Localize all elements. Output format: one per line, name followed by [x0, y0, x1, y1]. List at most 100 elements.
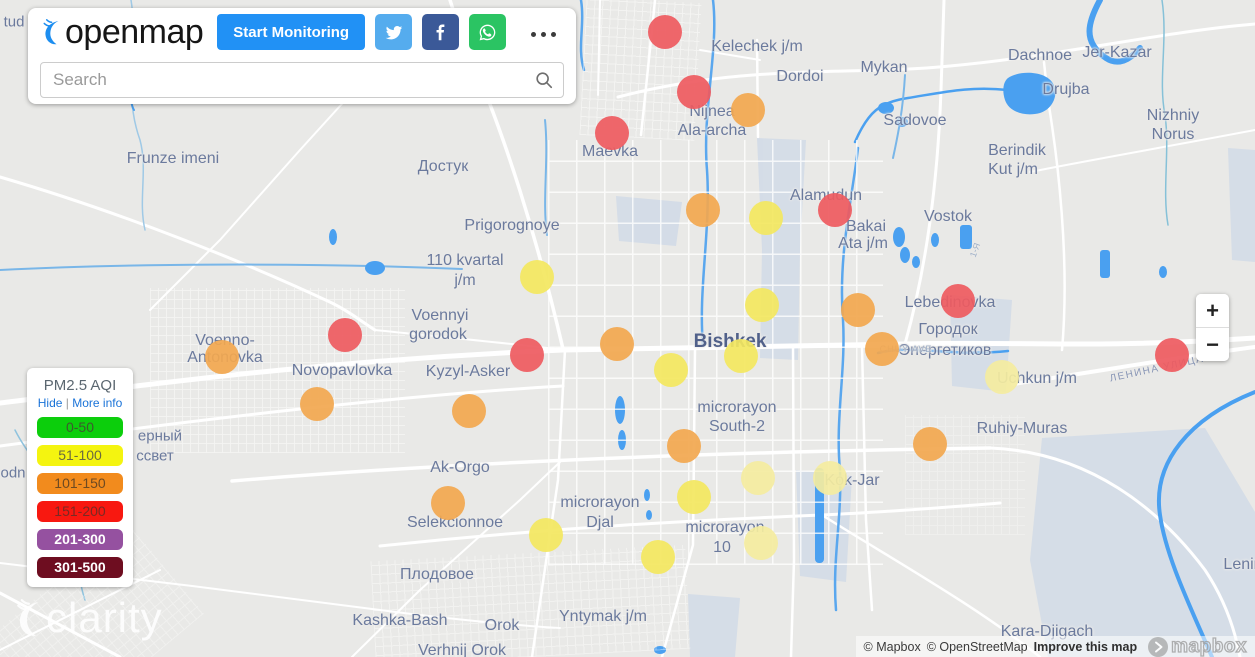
aqi-marker-151-200[interactable] [648, 15, 682, 49]
mapbox-attribution-link[interactable]: © Mapbox [864, 640, 921, 654]
logo-wordmark: openmap [65, 12, 204, 51]
improve-map-link[interactable]: Improve this map [1034, 640, 1138, 654]
map-label: Prigorognoye [464, 217, 560, 234]
openmap-logo[interactable]: openmap [40, 12, 204, 52]
aqi-marker-151-200[interactable] [595, 116, 629, 150]
legend-range-301-500: 301-500 [37, 557, 123, 578]
header-card: openmap Start Monitoring [28, 8, 576, 104]
map-label: Kashka-Bash [352, 612, 448, 629]
clarity-wordmark: clarity [46, 594, 163, 641]
aqi-marker-151-200[interactable] [1155, 338, 1189, 372]
clarity-mark-icon [17, 599, 39, 636]
map-attribution: © Mapbox © OpenStreetMap Improve this ma… [855, 635, 1255, 657]
openmap-app: tud Kelechek j/m Dordoi Mykan Dachnoe Jer-Kaz… [0, 0, 1255, 657]
map-label: Ak-Orgo [430, 459, 490, 476]
clarity-mark-icon [43, 19, 59, 45]
map-label: Djal [586, 514, 614, 531]
more-options-button[interactable] [522, 21, 564, 44]
map-label: Городок [918, 321, 978, 338]
mapbox-logo-icon [1148, 636, 1169, 657]
aqi-marker-51-100[interactable] [724, 339, 758, 373]
legend-hide-link[interactable]: Hide [38, 396, 63, 410]
aqi-marker-51-100[interactable] [520, 260, 554, 294]
aqi-marker-51-100[interactable] [641, 540, 675, 574]
map-label: odn [0, 464, 26, 482]
aqi-marker-101-150[interactable] [686, 193, 720, 227]
legend-scale: 0-50 51-100 101-150 151-200 201-300 301-500 [27, 417, 133, 578]
map-label: Ala-archa [677, 122, 747, 139]
map-label: j/m [454, 272, 476, 289]
aqi-marker-51-100-light[interactable] [985, 360, 1019, 394]
aqi-marker-51-100-light[interactable] [741, 461, 775, 495]
aqi-marker-151-200[interactable] [677, 75, 711, 109]
map-label: Bakai [845, 218, 887, 235]
zoom-control: + − [1196, 294, 1229, 361]
mapbox-wordmark: mapbox [1170, 635, 1247, 657]
legend-title: PM2.5 AQI [43, 377, 117, 394]
map-label: Voennyi [411, 307, 469, 324]
aqi-marker-101-150[interactable] [913, 427, 947, 461]
map-label: Yntymak j/m [558, 608, 648, 625]
aqi-marker-101-150[interactable] [431, 486, 465, 520]
aqi-marker-151-200[interactable] [818, 193, 852, 227]
aqi-marker-101-150[interactable] [205, 340, 239, 374]
aqi-marker-51-100-light[interactable] [813, 461, 847, 495]
whatsapp-share-button[interactable] [469, 14, 507, 50]
twitter-share-button[interactable] [375, 14, 413, 50]
aqi-marker-101-150[interactable] [865, 332, 899, 366]
facebook-share-button[interactable] [422, 14, 460, 50]
aqi-marker-51-100[interactable] [745, 288, 779, 322]
osm-attribution-link[interactable]: © OpenStreetMap [927, 640, 1028, 654]
map-label: ерный [137, 427, 183, 445]
map-label: Sadovoe [883, 112, 947, 129]
legend-range-201-300: 201-300 [37, 529, 123, 550]
aqi-marker-101-150[interactable] [600, 327, 634, 361]
legend-more-info-link[interactable]: More info [72, 396, 122, 410]
map-label: Vostok [923, 208, 973, 225]
map-label: Drujba [1042, 81, 1090, 98]
mapbox-logo[interactable]: mapbox [1147, 635, 1247, 657]
aqi-marker-51-100[interactable] [529, 518, 563, 552]
map-label: Kyzyl-Asker [425, 363, 511, 380]
legend-range-0-50: 0-50 [37, 417, 123, 438]
aqi-marker-101-150[interactable] [300, 387, 334, 421]
map-label: Ata j/m [838, 235, 888, 252]
start-monitoring-button[interactable]: Start Monitoring [217, 14, 366, 50]
aqi-marker-101-150[interactable] [452, 394, 486, 428]
map-label: Nizhniy [1146, 107, 1200, 124]
map-label: microrayon [560, 494, 640, 511]
aqi-marker-101-150[interactable] [841, 293, 875, 327]
aqi-marker-151-200[interactable] [510, 338, 544, 372]
aqi-marker-151-200[interactable] [328, 318, 362, 352]
legend-link-separator: | [65, 396, 69, 410]
aqi-marker-151-200[interactable] [941, 284, 975, 318]
aqi-marker-51-100[interactable] [749, 201, 783, 235]
map-label: 110 kvartal [426, 252, 504, 269]
map-label: gorodok [409, 326, 467, 343]
whatsapp-icon [479, 24, 496, 40]
aqi-marker-51-100-light[interactable] [744, 526, 778, 560]
aqi-marker-51-100[interactable] [654, 353, 688, 387]
map-label: Mykan [860, 59, 908, 76]
map-label: microrayon [697, 399, 777, 416]
legend-range-51-100: 51-100 [37, 445, 123, 466]
map-label: ссвет [136, 447, 174, 465]
zoom-out-button[interactable]: − [1196, 328, 1229, 361]
aqi-marker-101-150[interactable] [667, 429, 701, 463]
map-label: Lenin [1223, 556, 1255, 573]
twitter-icon [385, 25, 402, 40]
map-label: Dordoi [776, 68, 824, 85]
search-icon[interactable] [534, 70, 554, 90]
map-label: Kut j/m [988, 161, 1038, 178]
search-input[interactable] [40, 62, 564, 98]
more-dot [530, 31, 536, 37]
aqi-marker-51-100[interactable] [677, 480, 711, 514]
more-dot [550, 31, 556, 37]
aqi-marker-101-150[interactable] [731, 93, 765, 127]
zoom-in-button[interactable]: + [1196, 294, 1229, 327]
legend-range-151-200: 151-200 [37, 501, 123, 522]
map-label: Jer-Kazar [1082, 44, 1152, 61]
map-label: Dachnoe [1007, 47, 1073, 64]
map-label: 10 [713, 539, 731, 556]
map-label: Norus [1151, 126, 1195, 143]
